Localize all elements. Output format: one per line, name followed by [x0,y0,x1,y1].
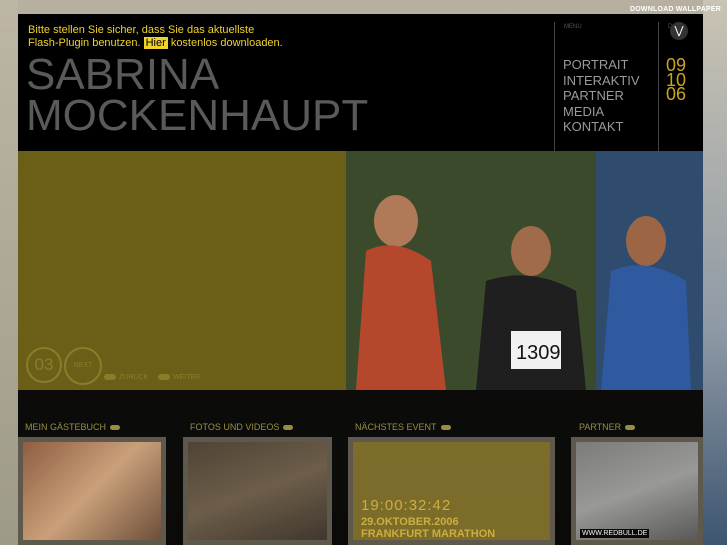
nav-item-interaktiv[interactable]: INTERAKTIV [563,73,640,89]
collapse-toggle-icon[interactable]: ⋁ [670,22,688,40]
download-wallpaper-link[interactable]: DOWNLOAD WALLPAPER [630,6,721,13]
guestbook-thumbnail[interactable] [18,437,166,545]
previous-link[interactable]: ZURÜCK [104,374,148,381]
event-date: 29.OKTOBER.2006 [361,516,459,528]
flash-line2-post: kostenlos downloaden. [170,37,283,49]
date-year: 06 [666,84,687,104]
partner-thumbnail[interactable]: WWW.REDBULL.DE [571,437,703,545]
main-nav: PORTRAIT INTERAKTIV PARTNER MEDIA KONTAK… [563,57,640,135]
flash-download-link[interactable]: Hier [143,37,168,49]
partner-url[interactable]: WWW.REDBULL.DE [580,529,650,538]
pill-icon [158,374,170,381]
next-slide-button[interactable]: NEXT [64,347,102,385]
event-name: FRANKFURT MARATHON [361,528,496,540]
pill-icon [440,425,451,431]
photos-title[interactable]: FOTOS UND VIDEOS [190,422,296,432]
divider [554,22,555,166]
event-title[interactable]: NÄCHSTES EVENT [355,422,454,432]
site-title: SABRINA MOCKENHAUPT [26,50,369,140]
previous-label: ZURÜCK [119,374,149,381]
pill-icon [110,425,121,431]
nav-item-kontakt[interactable]: KONTAKT [563,119,640,135]
hero-slideshow: 1309 03 NEXT ZURÜCK WEITER [18,151,703,390]
current-date: 09 10 06 [666,56,687,104]
name-last: MOCKENHAUPT [26,91,369,140]
runners-image: 1309 [346,151,703,390]
svg-text:1309: 1309 [516,342,561,364]
guestbook-label: MEIN GÄSTEBUCH [25,422,107,432]
event-label: NÄCHSTES EVENT [355,422,437,432]
menu-label: MENU [564,24,582,30]
event-countdown: 19:00:32:42 [361,497,452,514]
nav-item-partner[interactable]: PARTNER [563,88,640,104]
flash-line2-pre: Flash-Plugin benutzen. [28,37,141,49]
flash-line1: Bitte stellen Sie sicher, dass Sie das a… [28,24,255,36]
forward-link[interactable]: WEITER [158,374,200,381]
background-left [0,0,18,545]
partner-title[interactable]: PARTNER [579,422,638,432]
event-thumbnail[interactable]: 19:00:32:42 29.OKTOBER.2006 FRANKFURT MA… [348,437,555,545]
flash-notice: Bitte stellen Sie sicher, dass Sie das a… [28,24,283,50]
forward-label: WEITER [173,374,201,381]
pill-icon [104,374,116,381]
teaser-bar: MEIN GÄSTEBUCH FOTOS UND VIDEOS NÄCHSTES… [18,390,703,545]
nav-item-portrait[interactable]: PORTRAIT [563,57,640,73]
photos-label: FOTOS UND VIDEOS [190,422,280,432]
divider [658,22,659,166]
background-right [703,0,727,545]
name-first: SABRINA [26,50,220,99]
guestbook-title[interactable]: MEIN GÄSTEBUCH [25,422,123,432]
partner-label: PARTNER [579,422,622,432]
pill-icon [283,425,294,431]
slide-counter: 03 [26,347,62,383]
hero-photo: 1309 [346,151,703,390]
photos-thumbnail[interactable] [183,437,332,545]
pill-icon [625,425,636,431]
header: Bitte stellen Sie sicher, dass Sie das a… [18,14,703,166]
nav-item-media[interactable]: MEDIA [563,104,640,120]
